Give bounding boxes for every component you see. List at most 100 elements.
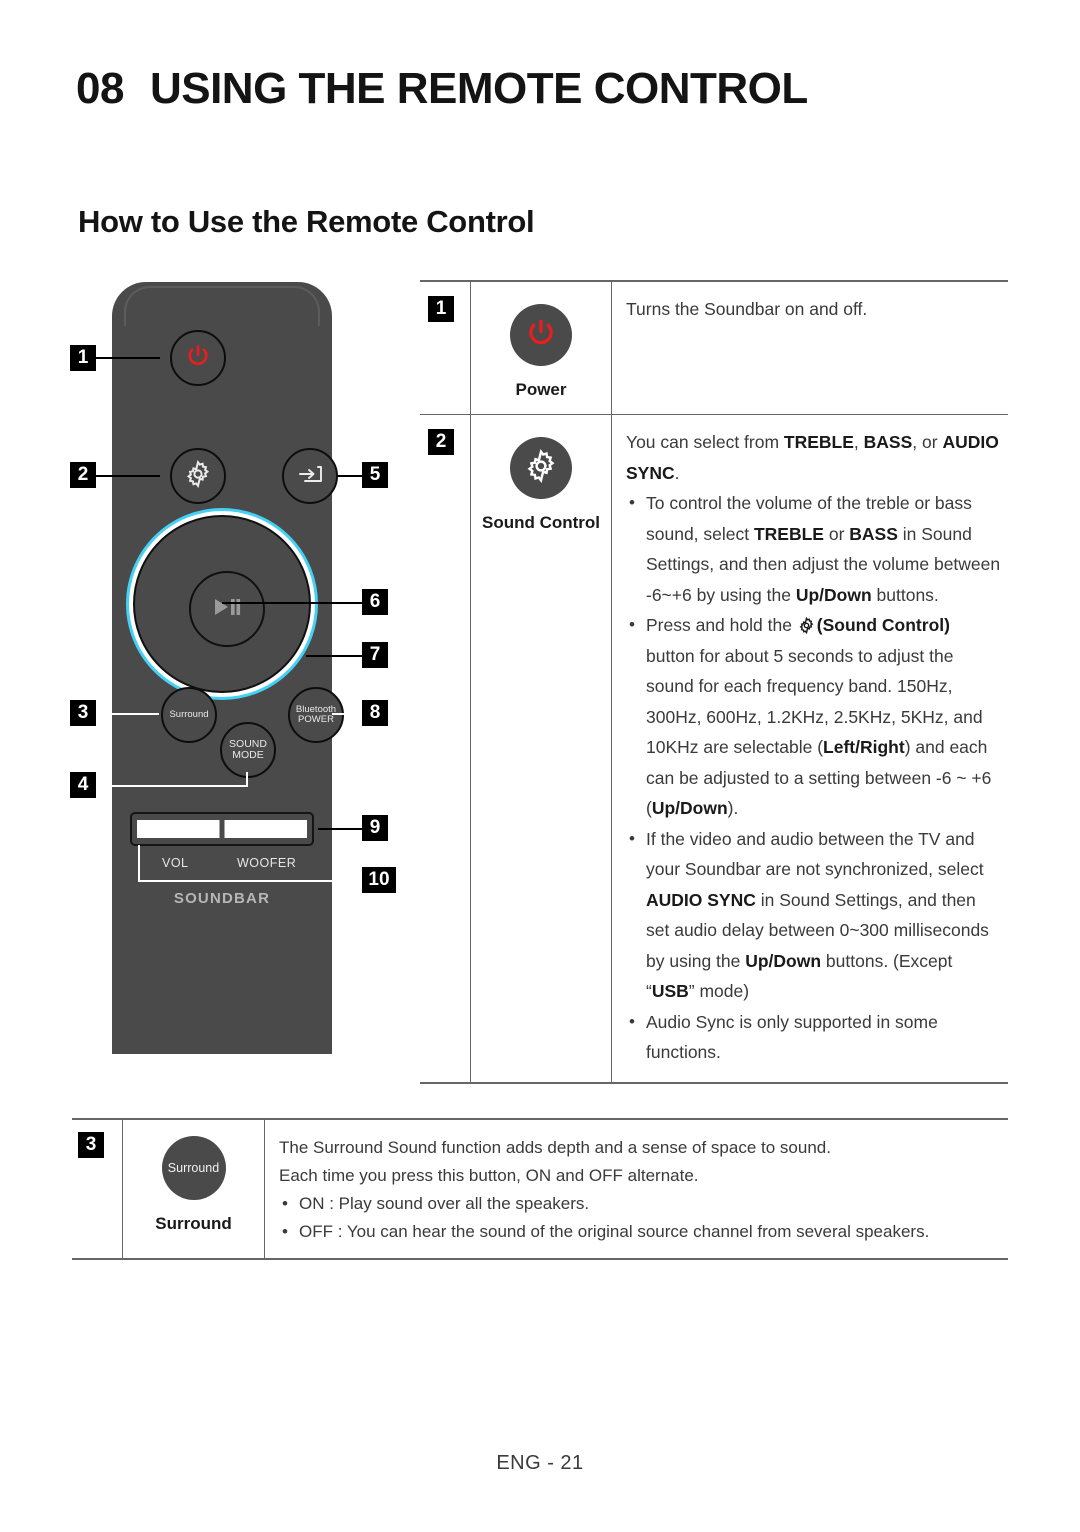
- table-marker-2: 2: [428, 429, 454, 455]
- power-icon: [525, 317, 557, 354]
- rocker-woofer-label: WOOFER: [237, 856, 297, 870]
- callout-marker-1: 1: [70, 345, 96, 371]
- row1-description: Turns the Soundbar on and off.: [626, 299, 868, 319]
- remote-navigation-wheel[interactable]: [126, 508, 318, 700]
- remote-volume-woofer-rocker[interactable]: [130, 812, 314, 846]
- row-icon-cell: Surround Surround: [122, 1120, 265, 1258]
- callout-marker-7: 7: [362, 642, 388, 668]
- row2-intro-c: ,: [853, 432, 864, 452]
- remote-button-table: 1 Power Turns the Soundbar on and off. 2: [420, 280, 1008, 1084]
- callout-marker-2: 2: [70, 462, 96, 488]
- row-number-cell: 3: [72, 1120, 122, 1258]
- row-icon-caption: Power: [515, 380, 567, 399]
- chapter-title: USING THE REMOTE CONTROL: [149, 64, 808, 113]
- remote-bluetooth-label: Bluetooth POWER: [296, 705, 336, 725]
- remote-sound-mode-label: SOUND MODE: [229, 738, 267, 761]
- sound-mode-line2: MODE: [232, 749, 264, 761]
- row-icon-caption: Surround: [155, 1214, 232, 1233]
- bullet-text-fragment: AUDIO SYNC: [646, 889, 756, 910]
- list-item: If the video and audio between the TV an…: [626, 824, 1002, 1007]
- leader-line-1: [96, 357, 160, 359]
- list-item: ON : Play sound over all the speakers.: [279, 1190, 1002, 1218]
- list-item: Press and hold the (Sound Control) butto…: [626, 610, 1002, 824]
- callout-marker-4: 4: [70, 772, 96, 798]
- row-number-cell: 1: [420, 282, 470, 414]
- navigation-wheel-inner[interactable]: [133, 515, 311, 693]
- row2-intro: You can select from TREBLE, BASS, or AUD…: [626, 427, 1002, 488]
- list-item: OFF : You can hear the sound of the orig…: [279, 1218, 1002, 1246]
- row2-intro-treble: TREBLE: [783, 432, 854, 452]
- row2-bullet-list: To control the volume of the treble or b…: [626, 488, 1002, 1068]
- row3-line1: The Surround Sound function adds depth a…: [279, 1138, 831, 1157]
- row-number-cell: 2: [420, 415, 470, 1082]
- table-marker-1: 1: [428, 296, 454, 322]
- leader-line-4: [96, 785, 248, 787]
- bullet-text-fragment: Press and hold the: [646, 615, 797, 635]
- list-item: To control the volume of the treble or b…: [626, 488, 1002, 610]
- page-title: 08 USING THE REMOTE CONTROL: [76, 64, 808, 114]
- remote-surround-button[interactable]: Surround: [161, 687, 217, 743]
- table-row: 1 Power Turns the Soundbar on and off.: [420, 282, 1008, 414]
- remote-bluetooth-power-button[interactable]: Bluetooth POWER: [288, 687, 344, 743]
- leader-line-10: [138, 880, 374, 882]
- row2-intro-g: .: [674, 462, 680, 483]
- row2-intro-a: You can select from: [626, 432, 784, 452]
- bullet-text-fragment: Left/Right: [823, 737, 905, 757]
- callout-marker-3: 3: [70, 700, 96, 726]
- bullet-text-fragment: Audio Sync is only supported in some fun…: [646, 1011, 938, 1063]
- bullet-text-fragment: or: [823, 523, 850, 544]
- remote-power-button[interactable]: [170, 330, 226, 386]
- power-button-icon-circle: [510, 304, 572, 366]
- bullet-text-fragment: buttons.: [871, 584, 939, 605]
- bullet-text-fragment: ” mode): [688, 981, 750, 1001]
- surround-button-table: 3 Surround Surround The Surround Sound f…: [72, 1118, 1008, 1260]
- chapter-number: 08: [76, 64, 124, 113]
- bullet-text-fragment: Up/Down: [795, 584, 872, 605]
- row-description-cell: You can select from TREBLE, BASS, or AUD…: [612, 415, 1008, 1082]
- remote-top-arc: [124, 286, 320, 326]
- callout-marker-9: 9: [362, 815, 388, 841]
- row2-intro-bass: BASS: [863, 432, 913, 452]
- remote-play-pause-button[interactable]: [189, 571, 265, 647]
- bullet-text-fragment: ).: [727, 798, 739, 818]
- callout-marker-5: 5: [362, 462, 388, 488]
- rocker-vol-label: VOL: [162, 856, 189, 870]
- page-footer: ENG - 21: [496, 1452, 584, 1474]
- remote-control-illustration: Surround SOUND MODE Bluetooth POWER VOL …: [62, 272, 402, 1072]
- leader-line-4-vertical: [246, 772, 248, 786]
- remote-brand-label: SOUNDBAR: [173, 890, 271, 907]
- section-title: How to Use the Remote Control: [78, 204, 535, 239]
- table-row: 2 Sound Control You can select from TREB…: [420, 414, 1008, 1082]
- leader-line-2: [96, 475, 160, 477]
- table-marker-3: 3: [78, 1132, 104, 1158]
- callout-marker-8: 8: [362, 700, 388, 726]
- row-description-cell: Turns the Soundbar on and off.: [612, 282, 1008, 414]
- remote-surround-label: Surround: [169, 709, 209, 721]
- bullet-text-fragment: TREBLE: [753, 523, 824, 544]
- row3-bullet-list: ON : Play sound over all the speakers.OF…: [279, 1190, 1002, 1246]
- gear-icon: [797, 615, 817, 635]
- remote-source-button[interactable]: [282, 448, 338, 504]
- bullet-text-fragment: (Sound Control): [816, 615, 950, 635]
- row-description-cell: The Surround Sound function adds depth a…: [265, 1120, 1008, 1258]
- remote-sound-control-button[interactable]: [170, 448, 226, 504]
- remote-sound-mode-button[interactable]: SOUND MODE: [220, 722, 276, 778]
- bullet-text-fragment: If the video and audio between the TV an…: [646, 828, 984, 880]
- rocker-divider: [219, 814, 225, 844]
- row-icon-cell: Sound Control: [470, 415, 612, 1082]
- bluetooth-line2: POWER: [298, 714, 334, 725]
- leader-line-6: [222, 602, 374, 604]
- callout-marker-10: 10: [362, 867, 396, 893]
- leader-line-10-vertical: [138, 845, 140, 881]
- play-pause-icon: [211, 596, 243, 623]
- bullet-text-fragment: Up/Down: [651, 798, 728, 818]
- callout-marker-6: 6: [362, 589, 388, 615]
- row3-line2: Each time you press this button, ON and …: [279, 1166, 699, 1185]
- bullet-text-fragment: USB: [651, 981, 689, 1001]
- surround-button-icon-circle: Surround: [161, 1136, 226, 1200]
- source-input-icon: [296, 463, 324, 490]
- bullet-text-fragment: Up/Down: [745, 950, 822, 971]
- row2-intro-e: , or: [912, 432, 943, 452]
- gear-icon: [184, 459, 212, 493]
- sound-control-icon-circle: [510, 437, 572, 499]
